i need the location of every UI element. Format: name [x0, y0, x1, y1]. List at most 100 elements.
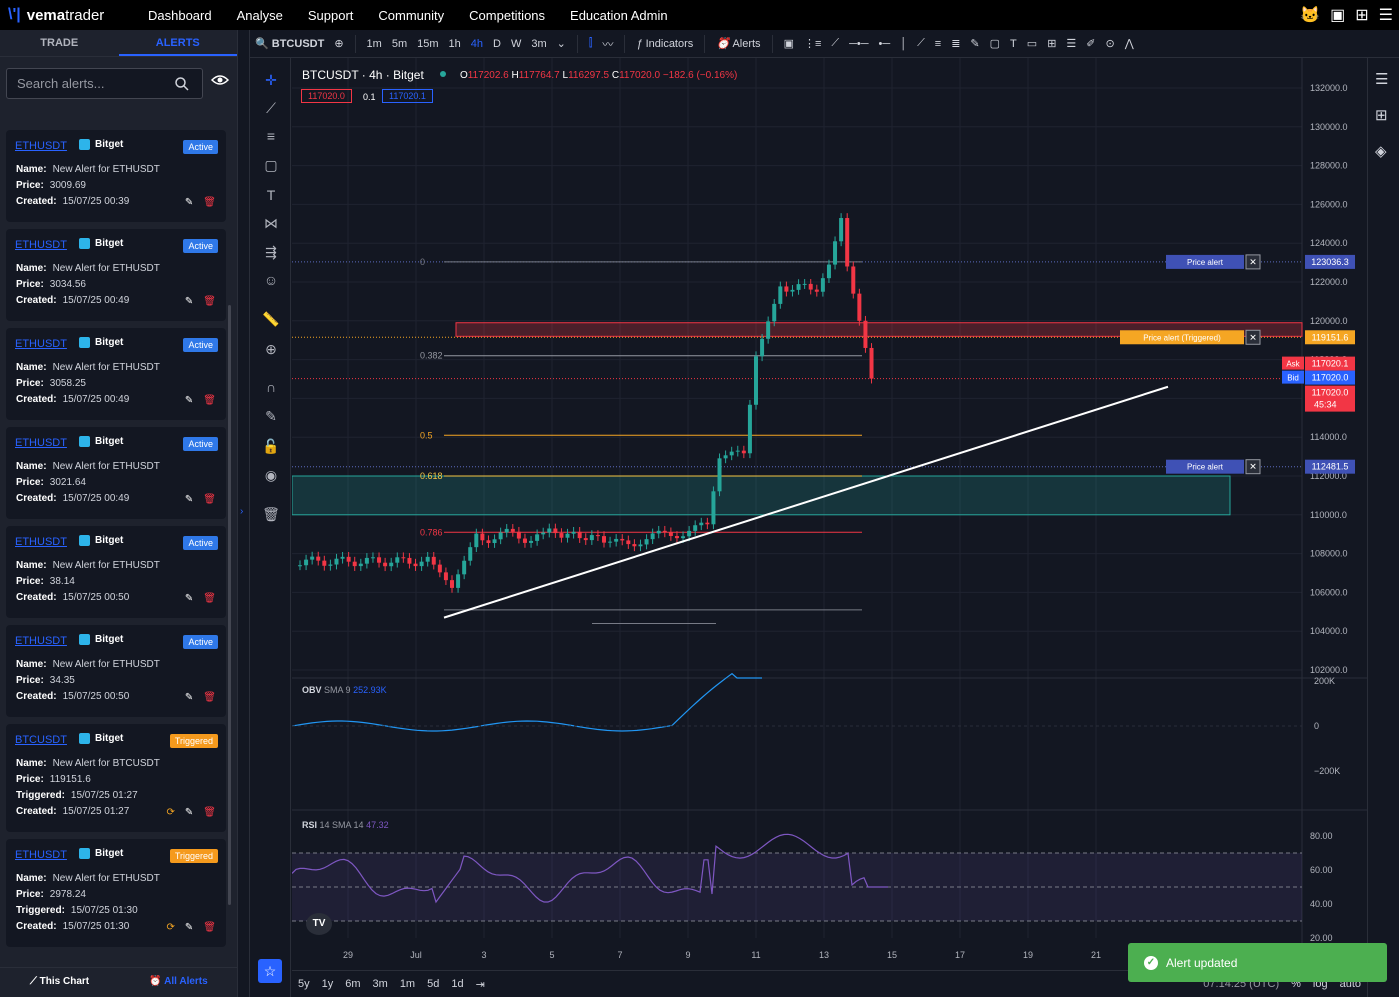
- zoom-in-icon[interactable]: ⊕: [260, 341, 282, 358]
- tool-channel-icon[interactable]: ≡: [935, 38, 941, 50]
- tool-path-icon[interactable]: ⟋: [917, 37, 925, 50]
- nav-competitions[interactable]: Competitions: [469, 8, 545, 23]
- interval-5m[interactable]: 5m: [392, 38, 407, 50]
- alert-card[interactable]: ETHUSDT Bitget Active Name: New Alert for ET…: [6, 229, 226, 321]
- layers-icon[interactable]: ◈: [1375, 142, 1387, 160]
- delete-icon[interactable]: 🗑: [203, 395, 216, 406]
- alert-symbol-link[interactable]: ETHUSDT: [15, 849, 67, 861]
- chevron-down-icon[interactable]: ⌄: [557, 37, 566, 50]
- tab-alerts[interactable]: ALERTS: [118, 30, 237, 56]
- nav-education-admin[interactable]: Education Admin: [570, 8, 668, 23]
- tool-brush-icon[interactable]: ✎: [970, 37, 979, 50]
- fib-tool-icon[interactable]: ≡: [260, 128, 282, 144]
- range-5y[interactable]: 5y: [298, 978, 310, 990]
- delete-icon[interactable]: 🗑: [203, 593, 216, 604]
- toast-notification[interactable]: ✓ Alert updated: [1128, 943, 1387, 982]
- range-5d[interactable]: 5d: [427, 978, 439, 990]
- chart-canvas[interactable]: 132000.0 130000.0 128000.0 126000.0 124000.0…: [291, 58, 1367, 968]
- alert-symbol-link[interactable]: ETHUSDT: [15, 239, 67, 251]
- interval-4h[interactable]: 4h: [471, 38, 483, 50]
- alert-card[interactable]: BTCUSDT Bitget Triggered Name: New Alert for…: [6, 724, 226, 832]
- rectangle-icon[interactable]: ▢: [260, 157, 282, 174]
- delete-icon[interactable]: 🗑: [203, 807, 216, 818]
- sell-price-box[interactable]: 117020.0: [301, 89, 352, 103]
- tool-ray-icon[interactable]: •─: [879, 38, 891, 50]
- all-alerts-button[interactable]: ⏰ All Alerts: [119, 968, 237, 997]
- symbol-search[interactable]: 🔍 BTCUSDT: [255, 37, 324, 50]
- buy-price-box[interactable]: 117020.1: [382, 89, 433, 103]
- tool-rect-icon[interactable]: ▢: [990, 37, 1000, 50]
- tool-text-icon[interactable]: T: [1010, 38, 1017, 50]
- nav-community[interactable]: Community: [378, 8, 444, 23]
- alert-symbol-link[interactable]: ETHUSDT: [15, 437, 67, 449]
- delete-icon[interactable]: 🗑: [203, 494, 216, 505]
- interval-w[interactable]: W: [511, 38, 521, 50]
- collapse-sidebar-button[interactable]: ›: [238, 30, 250, 997]
- tool-pattern-icon[interactable]: ☰: [1066, 37, 1076, 50]
- delete-icon[interactable]: 🗑: [203, 692, 216, 703]
- range-1m[interactable]: 1m: [400, 978, 415, 990]
- favorites-star-icon[interactable]: ☆: [258, 959, 282, 983]
- alert-card[interactable]: ETHUSDT Bitget Active Name: New Alert for ET…: [6, 427, 226, 519]
- edit-icon[interactable]: ✎: [185, 197, 193, 208]
- menu-icon[interactable]: ☰: [1379, 5, 1393, 25]
- gift-icon[interactable]: ⊞: [1355, 5, 1368, 25]
- edit-icon[interactable]: ✎: [185, 296, 193, 307]
- delete-icon[interactable]: 🗑: [203, 197, 216, 208]
- tool-wave-icon[interactable]: ⋀: [1125, 37, 1134, 50]
- unlock-icon[interactable]: 🔓: [260, 438, 282, 455]
- range-1y[interactable]: 1y: [322, 978, 334, 990]
- interval-d[interactable]: D: [493, 38, 501, 50]
- alert-symbol-link[interactable]: ETHUSDT: [15, 338, 67, 350]
- forecast-icon[interactable]: ⇶: [260, 244, 282, 261]
- line-chart-icon[interactable]: 〰: [602, 36, 613, 52]
- alert-card[interactable]: ETHUSDT Bitget Active Name: New Alert for ET…: [6, 526, 226, 618]
- alert-card[interactable]: ETHUSDT Bitget Triggered Name: New Alert for…: [6, 839, 226, 947]
- tool-circle-icon[interactable]: ⊙: [1106, 37, 1115, 50]
- snapshot-icon[interactable]: ▣: [784, 37, 794, 50]
- goto-date-icon[interactable]: ⇥: [476, 978, 485, 991]
- tool-note-icon[interactable]: ▭: [1027, 37, 1037, 50]
- lock-drawing-icon[interactable]: ✎: [260, 408, 282, 425]
- alerts-button[interactable]: ⏰ Alerts: [716, 37, 760, 50]
- nav-dashboard[interactable]: Dashboard: [148, 8, 212, 23]
- range-6m[interactable]: 6m: [345, 978, 360, 990]
- watchlist-icon[interactable]: ☰: [1375, 70, 1388, 88]
- alert-symbol-link[interactable]: ETHUSDT: [15, 635, 67, 647]
- sidebar-scrollbar[interactable]: [228, 305, 231, 905]
- text-icon[interactable]: T: [260, 187, 282, 203]
- nav-analyse[interactable]: Analyse: [237, 8, 283, 23]
- ruler-icon[interactable]: 📏: [260, 311, 282, 328]
- emoji-icon[interactable]: ☺: [260, 272, 282, 288]
- reset-alert-icon[interactable]: ⟳: [167, 807, 175, 818]
- delete-icon[interactable]: 🗑: [203, 922, 216, 933]
- this-chart-button[interactable]: ⟋ This Chart: [0, 968, 119, 997]
- tool-grid-icon[interactable]: ⊞: [1047, 37, 1056, 50]
- magnet-icon[interactable]: ∩: [260, 379, 282, 395]
- tool-pen-icon[interactable]: ✐: [1086, 37, 1095, 50]
- chart-area[interactable]: 132000.0 130000.0 128000.0 126000.0 124000.0…: [291, 58, 1367, 968]
- alert-card[interactable]: ETHUSDT Bitget Active Name: New Alert for ET…: [6, 625, 226, 717]
- wallet-icon[interactable]: ▣: [1330, 5, 1345, 25]
- edit-icon[interactable]: ✎: [185, 395, 193, 406]
- tool-fib-icon[interactable]: ≣: [951, 37, 960, 50]
- avatar[interactable]: 🐱: [1300, 5, 1320, 25]
- alert-card[interactable]: ETHUSDT Bitget Active Name: New Alert for ET…: [6, 130, 226, 222]
- delete-icon[interactable]: 🗑: [203, 296, 216, 307]
- add-symbol-icon[interactable]: ⊕: [334, 37, 343, 50]
- interval-1m[interactable]: 1m: [367, 38, 382, 50]
- tab-trade[interactable]: TRADE: [0, 30, 119, 56]
- edit-icon[interactable]: ✎: [185, 494, 193, 505]
- edit-icon[interactable]: ✎: [185, 593, 193, 604]
- interval-15m[interactable]: 15m: [417, 38, 438, 50]
- interval-1h[interactable]: 1h: [449, 38, 461, 50]
- search-input[interactable]: Search alerts...: [6, 68, 203, 99]
- alert-symbol-link[interactable]: BTCUSDT: [15, 734, 67, 746]
- range-1d[interactable]: 1d: [451, 978, 463, 990]
- alert-card[interactable]: ETHUSDT Bitget Active Name: New Alert for ET…: [6, 328, 226, 420]
- tool-horiz-ray-icon[interactable]: ⋮≡: [804, 37, 821, 50]
- candles-icon[interactable]: ⫿: [589, 37, 593, 50]
- add-list-icon[interactable]: ⊞: [1375, 106, 1388, 124]
- trendline-icon[interactable]: ⟋: [260, 100, 282, 117]
- tool-trend-icon[interactable]: ⟋: [831, 37, 839, 50]
